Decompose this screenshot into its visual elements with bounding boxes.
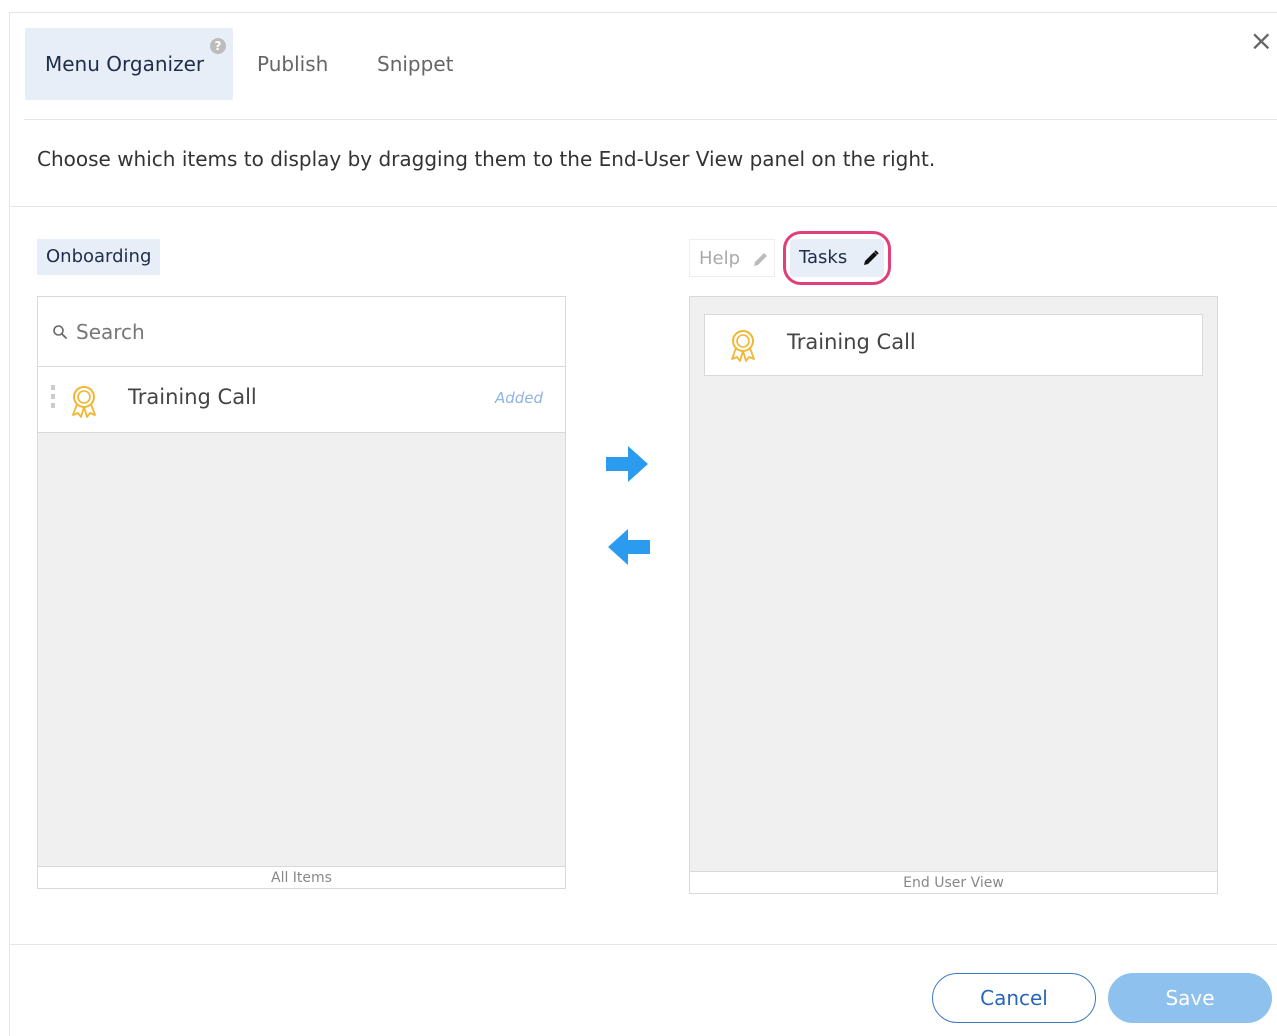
view-tab-tasks-inner: Tasks <box>790 239 884 277</box>
all-items-footer: All Items <box>38 866 565 888</box>
instruction-text: Choose which items to display by draggin… <box>37 147 936 171</box>
tabs-divider <box>24 119 1277 120</box>
view-tab-label: Help <box>699 248 741 269</box>
all-items-panel: Training Call Added All Items <box>37 296 566 889</box>
footer-divider <box>10 944 1277 945</box>
item-label: Training Call <box>128 385 257 409</box>
award-ribbon-icon <box>72 386 96 418</box>
save-button[interactable]: Save <box>1108 973 1272 1023</box>
list-item[interactable]: Training Call Added <box>38 367 565 433</box>
tab-label: Snippet <box>377 52 454 76</box>
tab-label: Menu Organizer <box>45 52 205 76</box>
tab-publish[interactable]: Publish <box>257 28 328 100</box>
end-user-view-footer: End User View <box>690 871 1217 893</box>
move-left-arrow-icon[interactable] <box>606 527 650 567</box>
view-tab-help[interactable]: Help <box>689 239 775 277</box>
cancel-button[interactable]: Cancel <box>932 973 1096 1023</box>
close-icon[interactable]: × <box>1250 27 1273 55</box>
item-label: Training Call <box>787 330 916 354</box>
search-box <box>38 297 565 367</box>
search-icon <box>53 325 67 339</box>
move-right-arrow-icon[interactable] <box>606 444 650 484</box>
search-input[interactable] <box>76 313 546 351</box>
view-tab-label: Tasks <box>799 247 848 268</box>
instruction-divider <box>10 206 1277 207</box>
edit-pencil-icon[interactable] <box>862 249 880 267</box>
menu-organizer-dialog: Menu Organizer ? Publish Snippet × Choos… <box>9 12 1277 1036</box>
help-question-icon[interactable]: ? <box>210 38 226 54</box>
drag-handle-icon[interactable] <box>51 385 57 413</box>
end-user-view-panel: Training Call End User View <box>689 296 1218 894</box>
tab-menu-organizer[interactable]: Menu Organizer <box>25 28 233 100</box>
added-badge: Added <box>494 389 543 407</box>
view-tab-tasks[interactable]: Tasks <box>783 231 891 285</box>
group-label-onboarding[interactable]: Onboarding <box>37 239 161 275</box>
tab-snippet[interactable]: Snippet <box>377 28 453 100</box>
edit-pencil-icon[interactable] <box>752 250 770 268</box>
list-item[interactable]: Training Call <box>704 314 1203 376</box>
award-ribbon-icon <box>731 330 755 362</box>
tab-label: Publish <box>257 52 329 76</box>
